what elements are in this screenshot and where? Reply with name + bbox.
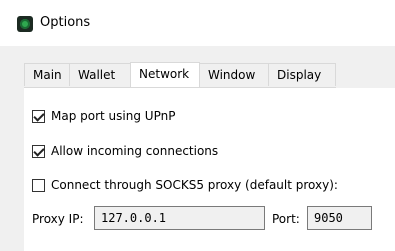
tab-main[interactable]: Main bbox=[24, 63, 70, 86]
tab-window[interactable]: Window bbox=[199, 63, 269, 86]
proxy-ip-label: Proxy IP: bbox=[32, 212, 84, 226]
options-window: Options Main Wallet Network Window Displ… bbox=[0, 0, 395, 251]
tab-bar: Main Wallet Network Window Display bbox=[24, 62, 336, 88]
upnp-checkbox[interactable] bbox=[32, 109, 45, 123]
port-label: Port: bbox=[272, 212, 300, 226]
incoming-checkbox[interactable] bbox=[32, 144, 45, 158]
socks5-checkbox[interactable] bbox=[32, 178, 45, 192]
tab-wallet[interactable]: Wallet bbox=[69, 63, 131, 86]
incoming-label: Allow incoming connections bbox=[51, 144, 219, 158]
title-bar: Options bbox=[0, 0, 395, 46]
socks5-option[interactable]: Connect through SOCKS5 proxy (default pr… bbox=[32, 176, 338, 194]
app-icon bbox=[17, 16, 33, 32]
proxy-ip-field[interactable]: 127.0.0.1 bbox=[94, 206, 265, 230]
upnp-option[interactable]: Map port using UPnP bbox=[32, 107, 175, 125]
port-field[interactable]: 9050 bbox=[307, 206, 372, 230]
incoming-option[interactable]: Allow incoming connections bbox=[32, 142, 218, 160]
tab-network[interactable]: Network bbox=[130, 62, 200, 87]
tab-display[interactable]: Display bbox=[268, 63, 336, 86]
socks5-label: Connect through SOCKS5 proxy (default pr… bbox=[51, 178, 338, 192]
upnp-label: Map port using UPnP bbox=[51, 109, 176, 123]
window-title: Options bbox=[40, 15, 91, 30]
